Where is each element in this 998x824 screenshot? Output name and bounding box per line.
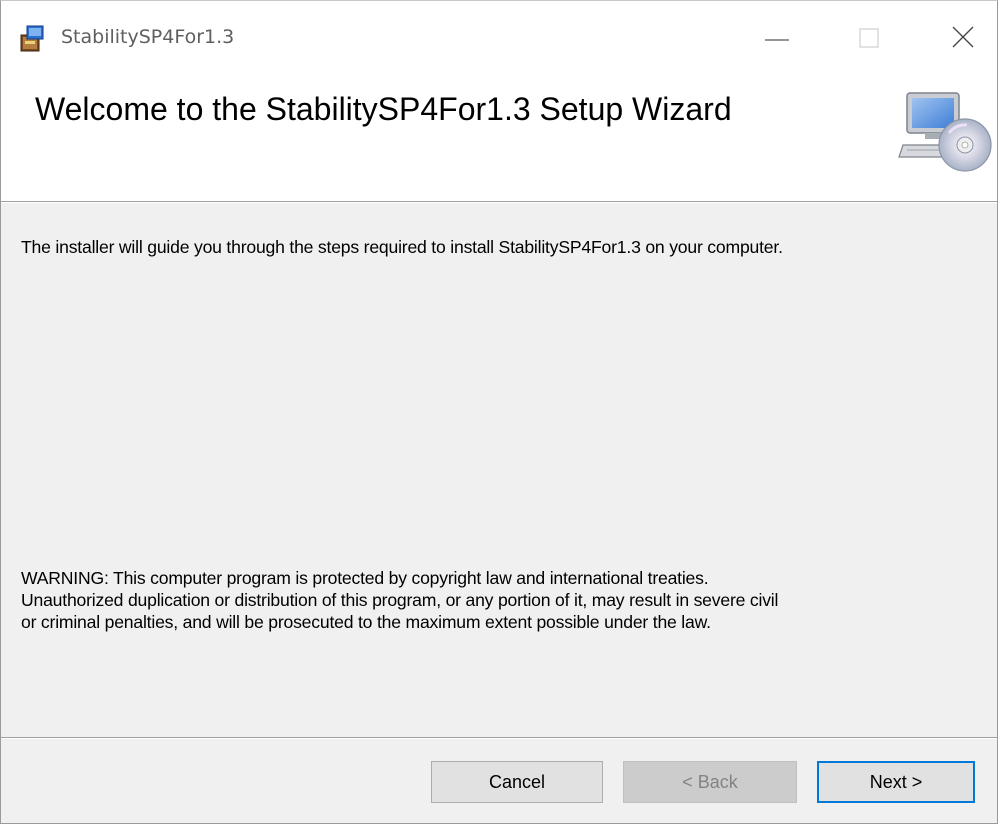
computer-cd-icon [898,92,992,172]
intro-text: The installer will guide you through the… [21,237,783,257]
cancel-button[interactable]: Cancel [431,761,603,803]
close-icon [952,26,974,48]
banner-divider-highlight [1,202,997,203]
maximize-icon [859,28,879,48]
title-bar[interactable]: StabilitySP4For1.3 [1,1,997,77]
next-button[interactable]: Next > [817,761,975,803]
back-button[interactable]: < Back [623,761,797,803]
installer-window: StabilitySP4For1.3 Welcome to the Stabil… [0,0,998,824]
copyright-warning: WARNING: This computer program is protec… [21,567,993,633]
maximize-button[interactable] [841,15,897,63]
installer-package-icon [20,25,44,52]
minimize-button[interactable] [749,15,805,63]
close-button[interactable] [935,15,991,63]
warning-line: WARNING: This computer program is protec… [21,568,709,588]
warning-line: Unauthorized duplication or distribution… [21,590,779,610]
page-title: Welcome to the StabilitySP4For1.3 Setup … [35,91,732,127]
wizard-banner: Welcome to the StabilitySP4For1.3 Setup … [1,77,997,201]
minimize-icon [765,39,789,41]
footer-divider-highlight [1,738,997,739]
warning-line: or criminal penalties, and will be prose… [21,612,711,632]
window-title: StabilitySP4For1.3 [61,26,235,48]
